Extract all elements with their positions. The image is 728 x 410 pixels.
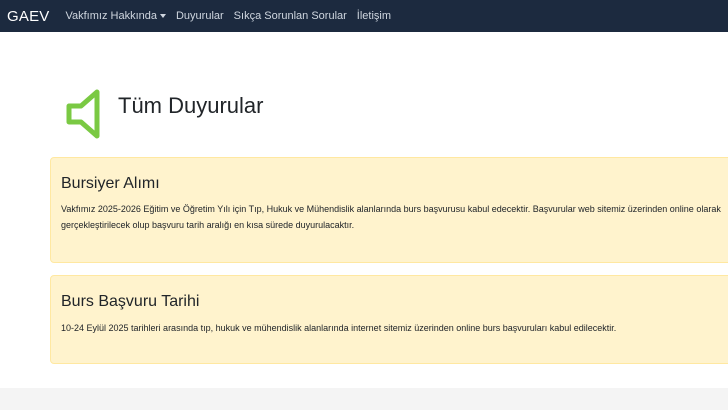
nav-item-iletisim[interactable]: İletişim bbox=[357, 10, 391, 22]
announcement-text: Vakfımız 2025-2026 Eğitim ve Öğretim Yıl… bbox=[61, 204, 721, 230]
nav-item-label: Vakfımız Hakkında bbox=[65, 10, 157, 22]
announcement-text: 10-24 Eylül 2025 tarihleri arasında tıp,… bbox=[61, 323, 617, 333]
caret-down-icon bbox=[159, 14, 166, 18]
nav-item-vakfimiz-hakkinda[interactable]: Vakfımız Hakkında bbox=[65, 10, 166, 22]
footer bbox=[0, 388, 728, 410]
page-header: Tüm Duyurular bbox=[64, 86, 263, 142]
announcement-title: Burs Başvuru Tarihi bbox=[61, 293, 200, 310]
megaphone-icon bbox=[66, 89, 100, 139]
page-title: Tüm Duyurular bbox=[118, 93, 264, 118]
navbar: GAEV Vakfımız Hakkında Duyurular Sıkça S… bbox=[0, 0, 728, 32]
announcement-card: Bursiyer Alımı Vakfımız 2025-2026 Eğitim… bbox=[50, 157, 728, 263]
announcement-card: Burs Başvuru Tarihi 10-24 Eylül 2025 tar… bbox=[50, 275, 728, 364]
announcement-title: Bursiyer Alımı bbox=[61, 175, 160, 192]
nav-item-sss[interactable]: Sıkça Sorunlan Sorular bbox=[234, 10, 347, 22]
main-content: Tüm Duyurular Bursiyer Alımı Vakfımız 20… bbox=[0, 32, 728, 388]
brand-logo[interactable]: GAEV bbox=[7, 8, 49, 25]
nav-item-duyurular[interactable]: Duyurular bbox=[176, 10, 224, 22]
